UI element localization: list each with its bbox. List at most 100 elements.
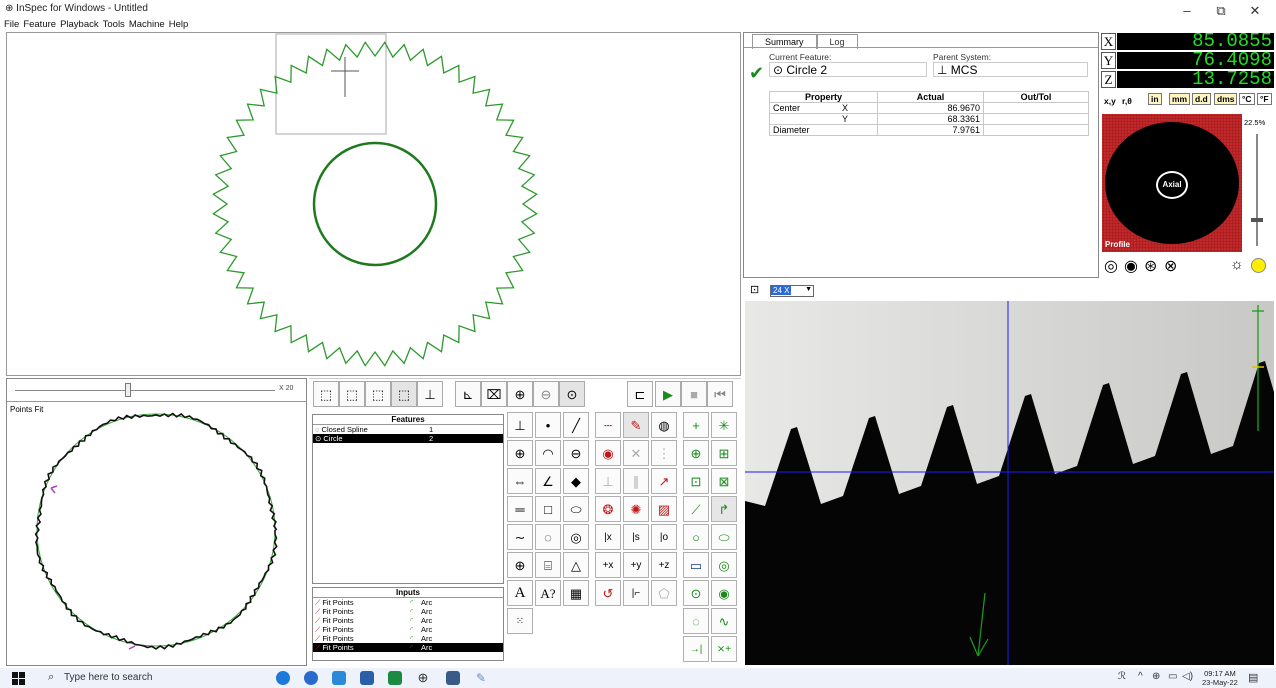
word-icon[interactable] xyxy=(360,671,374,685)
edge-browser-icon[interactable] xyxy=(276,671,290,685)
zoom-fit-icon[interactable]: ⊙ xyxy=(559,381,585,407)
celsius-button[interactable]: °C xyxy=(1239,93,1255,105)
curve-icon[interactable]: ∼ xyxy=(507,524,533,550)
step-back-icon[interactable]: ⏮ xyxy=(707,381,733,407)
input-row[interactable]: ⟋ Fit Points ◜ Arc xyxy=(313,616,503,625)
snapshot-icon[interactable]: ⊡ xyxy=(750,283,759,296)
axial-light-button[interactable]: Axial xyxy=(1156,171,1188,199)
segment-ring-icon[interactable]: ⊗ xyxy=(1164,256,1177,276)
edge-double-ring-icon[interactable]: ◉ xyxy=(711,580,737,606)
offset-x-icon[interactable]: +x xyxy=(595,552,621,578)
volume-icon[interactable]: ◁) xyxy=(1182,671,1193,682)
auto-edge-icon[interactable]: ✎ xyxy=(623,412,649,438)
edge-arc-icon[interactable]: ↱ xyxy=(711,496,737,522)
photos-icon[interactable] xyxy=(332,671,346,685)
zoom-in-icon[interactable]: ⊕ xyxy=(507,381,533,407)
brightness-icon[interactable]: ☼ xyxy=(1230,256,1244,273)
rectangle-icon[interactable]: □ xyxy=(535,496,561,522)
point-icon[interactable]: • xyxy=(535,412,561,438)
feature-item[interactable]: ◌ Closed Spline 1 xyxy=(313,425,503,434)
datum-s-icon[interactable]: |s xyxy=(623,524,649,550)
view-top-icon[interactable]: ⬚ xyxy=(391,381,417,407)
edge-point-circle-icon[interactable]: ⊙ xyxy=(683,580,709,606)
point-cloud-icon[interactable]: ⁙ xyxy=(507,608,533,634)
edge-circle-icon[interactable]: ◍ xyxy=(651,412,677,438)
text-query-icon[interactable]: A? xyxy=(535,580,561,606)
datum-o-icon[interactable]: |o xyxy=(651,524,677,550)
record-icon[interactable]: ⊏ xyxy=(627,381,653,407)
offset-y-icon[interactable]: +y xyxy=(623,552,649,578)
edge-circle-green-icon[interactable]: ○ xyxy=(683,524,709,550)
box-arrow-icon[interactable]: ⊡ xyxy=(683,468,709,494)
zoom-out-icon[interactable]: ⊖ xyxy=(533,381,559,407)
feature-item-selected[interactable]: ⊙ Circle 2 xyxy=(313,434,503,443)
windows-start-icon[interactable] xyxy=(12,672,25,685)
cone-icon[interactable]: △ xyxy=(563,552,589,578)
view-front-icon[interactable]: ⬚ xyxy=(339,381,365,407)
star-crosshair-icon[interactable]: ✳ xyxy=(711,412,737,438)
measure-icon[interactable]: ⊾ xyxy=(455,381,481,407)
menu-machine[interactable]: Machine xyxy=(129,19,165,30)
arc-icon[interactable]: ◠ xyxy=(535,440,561,466)
view-side-icon[interactable]: ⬚ xyxy=(365,381,391,407)
menu-file[interactable]: File xyxy=(4,19,19,30)
xy-button[interactable]: x,y xyxy=(1104,96,1116,106)
notification-icon[interactable]: ▤ xyxy=(1248,671,1258,684)
sphere-icon[interactable]: ⊕ xyxy=(507,552,533,578)
parallel-lines-icon[interactable]: ═ xyxy=(507,496,533,522)
center-target-icon[interactable]: ⊕ xyxy=(683,440,709,466)
inspec-icon[interactable]: ⊕ xyxy=(416,671,430,685)
input-row[interactable]: ⟋ Fit Points ◜ Arc xyxy=(313,598,503,607)
light-ring-control[interactable]: Axial Profile xyxy=(1102,114,1242,252)
r-theta-button[interactable]: r,θ xyxy=(1122,96,1132,106)
target-icon[interactable]: ◉ xyxy=(595,440,621,466)
edge-multi-icon[interactable]: ⨯+ xyxy=(711,636,737,662)
table-row[interactable]: Y 68.3361 xyxy=(769,113,1089,125)
box-down-icon[interactable]: ⊠ xyxy=(711,468,737,494)
input-row[interactable]: ⟋ Fit Points ◜ Arc xyxy=(313,607,503,616)
play-icon[interactable]: ▶ xyxy=(655,381,681,407)
clock[interactable]: 09:17 AM 23-May-22 xyxy=(1202,669,1238,687)
menu-playback[interactable]: Playback xyxy=(60,19,99,30)
network-icon[interactable]: ⊕ xyxy=(1152,671,1160,682)
chevron-up-icon[interactable]: ^ xyxy=(1138,671,1143,682)
inch-button[interactable]: in xyxy=(1148,93,1162,105)
mm-button[interactable]: mm xyxy=(1169,93,1191,105)
edge-ellipse-icon[interactable]: ⬭ xyxy=(711,524,737,550)
table-row[interactable]: Diameter 7.9761 xyxy=(769,124,1089,136)
offset-z-icon[interactable]: +z xyxy=(651,552,677,578)
stop-icon[interactable]: ■ xyxy=(681,381,707,407)
datum-align-icon[interactable]: |⌐ xyxy=(623,580,649,606)
edge-wave-icon[interactable]: ∿ xyxy=(711,608,737,634)
paint-icon[interactable]: ✎ xyxy=(474,671,488,685)
axis-icon[interactable]: ⊥ xyxy=(417,381,443,407)
midpoint-icon[interactable]: ⋮ xyxy=(651,440,677,466)
plane-icon[interactable]: ◆ xyxy=(563,468,589,494)
input-row[interactable]: ⟋ Fit Points ◜ Arc xyxy=(313,643,503,652)
taskbar-search[interactable]: Type here to search xyxy=(64,671,254,685)
people-icon[interactable]: ℛ xyxy=(1118,671,1126,682)
excel-icon[interactable] xyxy=(388,671,402,685)
dms-button[interactable]: dms xyxy=(1214,93,1238,105)
calculator-app-icon[interactable] xyxy=(446,671,460,685)
angle-icon[interactable]: ∠ xyxy=(535,468,561,494)
ring-pattern-icon[interactable]: ◎ xyxy=(1104,256,1118,276)
edge-rect-icon[interactable]: ▭ xyxy=(683,552,709,578)
closed-spline-icon[interactable]: ◌ xyxy=(535,524,561,550)
table-row[interactable]: Center X 86.9670 xyxy=(769,102,1089,114)
intersect-icon[interactable]: ✕ xyxy=(623,440,649,466)
edge-line-icon[interactable]: ⟋ xyxy=(683,496,709,522)
camera-view[interactable] xyxy=(745,301,1274,665)
view-iso-icon[interactable]: ⬚ xyxy=(313,381,339,407)
zoom-select[interactable]: 24 X ▼ xyxy=(770,285,814,297)
calculator-icon[interactable]: ▦ xyxy=(563,580,589,606)
display-icon[interactable]: ▭ xyxy=(1168,671,1177,682)
pentagon-icon[interactable]: ⬠ xyxy=(651,580,677,606)
perpendicular-icon[interactable]: ⊥ xyxy=(507,412,533,438)
menu-tools[interactable]: Tools xyxy=(103,19,125,30)
cylinder-icon[interactable]: ⌸ xyxy=(535,552,561,578)
ring-icon[interactable]: ◎ xyxy=(563,524,589,550)
sector-ring-icon[interactable]: ⊛ xyxy=(1144,256,1157,276)
distance-icon[interactable]: ⇔ xyxy=(507,468,533,494)
edge-ring-icon[interactable]: ◎ xyxy=(711,552,737,578)
